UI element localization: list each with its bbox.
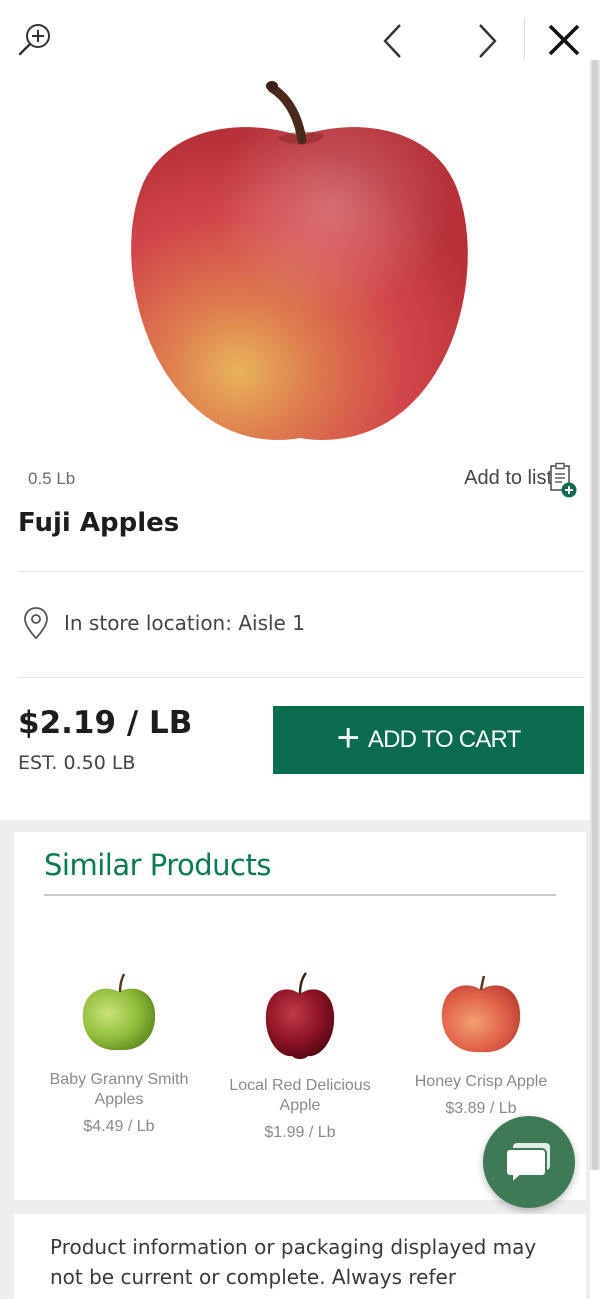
add-to-cart-button[interactable]: + ADD TO CART [273,706,584,774]
add-to-cart-label: ADD TO CART [367,726,521,753]
close-button[interactable] [540,16,588,64]
product-thumbnail [441,975,521,1053]
store-location: In store location: Aisle 1 [22,606,305,640]
add-to-list-label: Add to list [464,467,552,489]
plus-icon: + [336,716,360,760]
toolbar-divider [524,18,525,60]
product-image [128,76,472,448]
chat-bubble-icon [505,1143,550,1185]
chevron-left-icon [383,24,401,58]
similar-products-underline [44,894,556,896]
product-thumbnail [82,973,156,1051]
product-thumbnail [265,972,335,1059]
close-icon [548,24,580,56]
disclaimer-card: Product information or packaging display… [14,1214,586,1299]
product-title: Fuji Apples [18,508,180,538]
product-price: $2.19 / LB [18,705,193,741]
add-to-list-button[interactable]: Add to list [464,467,552,490]
similar-product-price: $1.99 / Lb [264,1124,336,1141]
divider [18,677,584,678]
similar-product-granny-smith[interactable]: Baby Granny Smith Apples $4.49 / Lb [34,972,204,1136]
product-weight: 0.5 Lb [28,469,76,488]
estimated-weight: EST. 0.50 LB [18,752,136,774]
previous-button[interactable] [372,18,414,64]
similar-product-name: Honey Crisp Apple [414,1073,548,1090]
similar-product-price: $3.89 / Lb [445,1100,517,1117]
scrollbar-thumb[interactable] [592,60,598,1170]
similar-product-red-delicious[interactable]: Local Red Delicious Apple $1.99 / Lb [215,972,385,1142]
zoom-in-icon [18,24,50,56]
chevron-right-icon [479,24,497,58]
top-toolbar [0,0,590,78]
similar-product-name: Baby Granny Smith Apples [49,1071,189,1108]
product-disclaimer: Product information or packaging display… [50,1235,537,1289]
add-to-list-icon[interactable] [548,462,578,500]
similar-products-title: Similar Products [44,848,271,882]
divider [18,571,584,572]
location-pin-icon [24,607,48,640]
similar-product-honey-crisp[interactable]: Honey Crisp Apple $3.89 / Lb [396,972,566,1118]
similar-product-price: $4.49 / Lb [83,1118,155,1135]
next-button[interactable] [466,18,508,64]
similar-product-name: Local Red Delicious Apple [229,1077,371,1114]
chat-button[interactable] [483,1116,575,1208]
scrollbar[interactable] [590,60,600,1170]
location-label: In store location: Aisle 1 [64,611,305,635]
zoom-button[interactable] [14,18,56,60]
